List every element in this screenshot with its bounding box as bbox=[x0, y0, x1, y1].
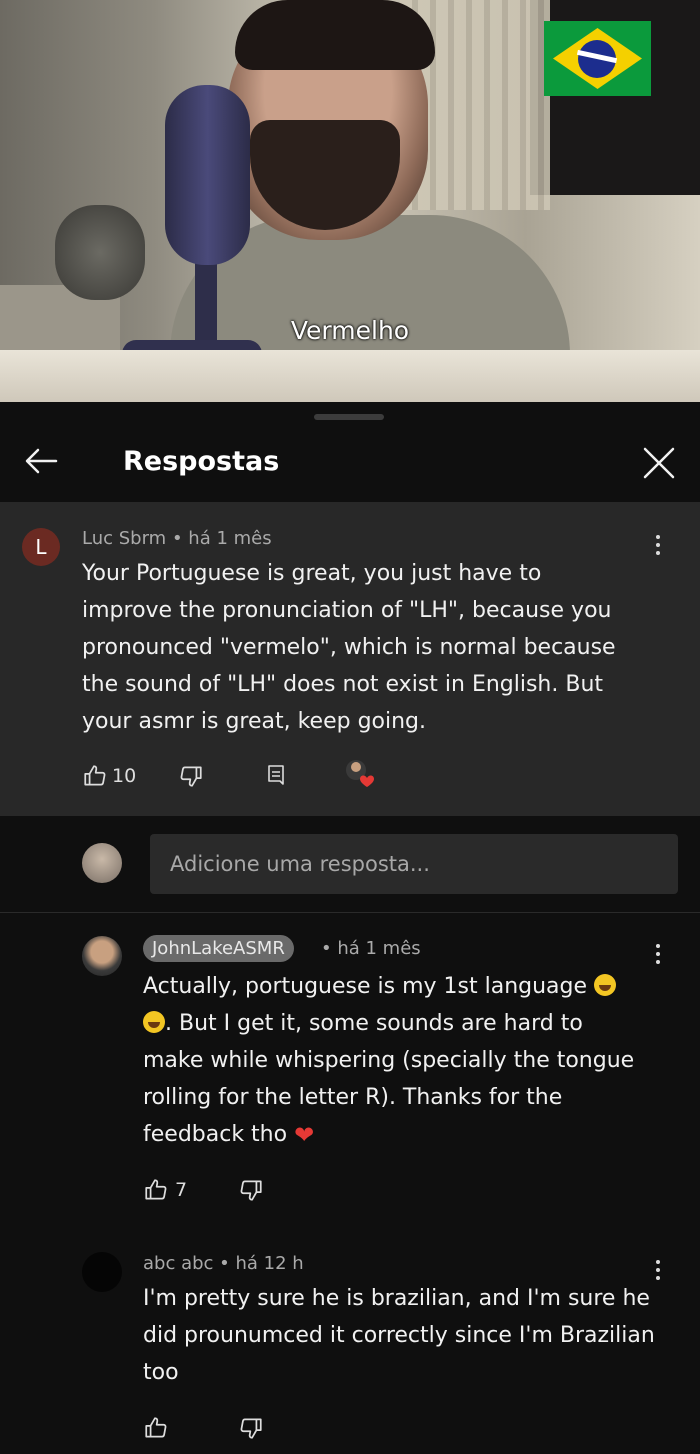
video-pillow bbox=[55, 205, 145, 300]
comment-text: Your Portuguese is great, you just have … bbox=[82, 561, 616, 734]
more-vert-icon[interactable] bbox=[654, 944, 662, 968]
red-heart-emoji-icon: ❤ bbox=[294, 1121, 315, 1149]
creator-heart-badge bbox=[344, 760, 380, 788]
dislike-button[interactable] bbox=[238, 1176, 264, 1204]
creator-avatar-heart-icon bbox=[344, 758, 380, 790]
like-button[interactable] bbox=[143, 1414, 169, 1442]
thumbs-up-icon bbox=[143, 1415, 169, 1441]
back-arrow-icon[interactable] bbox=[22, 444, 62, 478]
comment-author[interactable]: abc abc bbox=[143, 1253, 213, 1274]
comment-text: I'm pretty sure he is brazilian, and I'm… bbox=[143, 1286, 655, 1385]
creator-name-chip[interactable]: JohnLakeASMR bbox=[143, 935, 294, 962]
my-avatar[interactable] bbox=[82, 843, 122, 883]
comment-time: • há 1 mês bbox=[171, 528, 272, 549]
thumbs-up-icon bbox=[143, 1177, 169, 1203]
thumbs-down-icon bbox=[178, 763, 204, 789]
like-count: 10 bbox=[112, 765, 137, 787]
comment-time: • há 12 h bbox=[219, 1253, 304, 1274]
video-player[interactable]: Vermelho bbox=[0, 0, 700, 402]
video-caption: Vermelho bbox=[290, 316, 410, 345]
comment-author[interactable]: Luc Sbrm bbox=[82, 528, 166, 549]
comment-meta: Luc Sbrm • há 1 mês bbox=[82, 528, 272, 549]
like-count: 7 bbox=[175, 1179, 188, 1201]
thumbs-down-icon bbox=[238, 1177, 264, 1203]
thumbs-down-icon bbox=[238, 1415, 264, 1441]
avatar[interactable] bbox=[82, 1252, 122, 1292]
close-icon[interactable] bbox=[640, 444, 678, 482]
panel-title: Respostas bbox=[123, 446, 280, 477]
video-desk bbox=[0, 350, 700, 402]
brazil-flag-icon bbox=[544, 21, 651, 96]
laughing-emoji-icon bbox=[594, 974, 617, 996]
like-button[interactable]: 7 bbox=[143, 1176, 187, 1204]
reply-icon bbox=[264, 763, 288, 789]
comment-meta: abc abc • há 12 h bbox=[143, 1253, 304, 1274]
microphone bbox=[165, 85, 250, 265]
avatar[interactable] bbox=[82, 936, 122, 976]
dislike-button[interactable] bbox=[238, 1414, 264, 1442]
comment-text: Actually, portuguese is my 1st language … bbox=[143, 968, 653, 1154]
reply-button[interactable] bbox=[264, 762, 288, 790]
laughing-emoji-icon bbox=[143, 1011, 165, 1033]
video-person-hair bbox=[235, 0, 435, 70]
replies-header: Respostas bbox=[0, 420, 700, 502]
add-reply-input[interactable] bbox=[150, 834, 678, 894]
dislike-button[interactable] bbox=[178, 762, 204, 790]
avatar[interactable]: L bbox=[22, 528, 60, 566]
comment-time: • há 1 mês bbox=[321, 938, 421, 959]
thumbs-up-icon bbox=[82, 763, 108, 789]
like-button[interactable]: 10 bbox=[82, 762, 136, 790]
